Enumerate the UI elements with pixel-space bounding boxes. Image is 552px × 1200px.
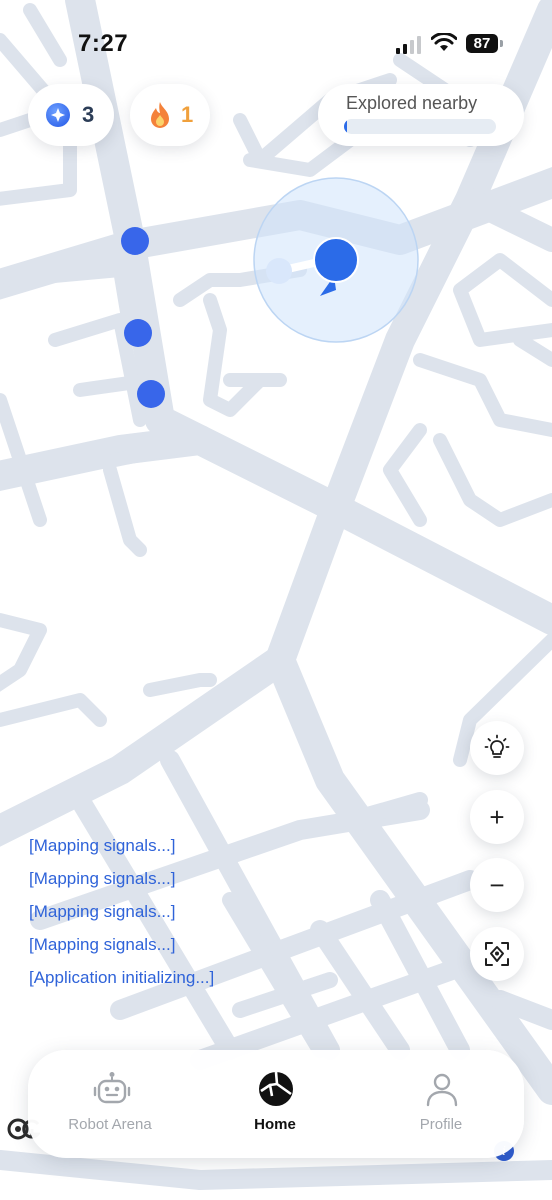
- status-bar: 7:27 87: [0, 0, 552, 90]
- plus-icon: +: [489, 802, 505, 832]
- tab-label: Home: [254, 1116, 296, 1133]
- map-canvas[interactable]: [0, 0, 552, 1200]
- visited-marker[interactable]: [137, 380, 165, 408]
- clock: 7:27: [78, 30, 129, 57]
- home-map-icon: [259, 1071, 293, 1106]
- log-line: [Mapping signals...]: [29, 869, 176, 888]
- user-location[interactable]: [253, 177, 419, 343]
- wifi-icon: [431, 33, 457, 51]
- battery-cap: [500, 40, 503, 47]
- log-line: [Mapping signals...]: [29, 902, 176, 921]
- minus-icon: −: [489, 870, 505, 900]
- explored-progress-bar: [344, 119, 496, 134]
- tab-robot-arena[interactable]: Robot Arena: [30, 1050, 190, 1158]
- gems-counter[interactable]: 3: [28, 84, 114, 146]
- log-line: [Application initializing...]: [29, 968, 215, 987]
- zoom-out-button[interactable]: −: [470, 858, 524, 912]
- bottom-tab-bar: Robot Arena Home Profile: [28, 1050, 524, 1158]
- cellular-signal-icon: [396, 36, 421, 54]
- explored-progress-fill: [344, 119, 348, 134]
- tab-label: Robot Arena: [68, 1116, 152, 1133]
- log-line: [Mapping signals...]: [29, 836, 176, 855]
- status-log: [Mapping signals...] [Mapping signals...…: [29, 836, 214, 1001]
- lightbulb-icon: [484, 734, 510, 758]
- tab-label: Profile: [419, 1116, 463, 1133]
- gem-icon: [46, 103, 70, 127]
- log-line: [Mapping signals...]: [29, 935, 176, 954]
- streak-count: 1: [181, 102, 194, 127]
- gems-count: 3: [82, 102, 95, 127]
- flame-icon: [151, 102, 169, 128]
- zoom-in-button[interactable]: +: [470, 790, 524, 844]
- tab-home[interactable]: Home: [195, 1050, 355, 1158]
- recenter-icon: [485, 942, 509, 966]
- tips-button[interactable]: [470, 721, 524, 775]
- visited-marker[interactable]: [121, 227, 149, 255]
- visited-marker[interactable]: [124, 319, 152, 347]
- streak-counter[interactable]: 1: [130, 84, 210, 146]
- recenter-button[interactable]: [470, 927, 524, 981]
- person-icon: [426, 1073, 458, 1107]
- tab-profile[interactable]: Profile: [361, 1050, 521, 1158]
- explored-nearby-card[interactable]: Explored nearby: [318, 84, 524, 146]
- explored-title: Explored nearby: [346, 93, 478, 113]
- robot-icon: [93, 1072, 131, 1104]
- battery-icon: 87: [466, 34, 498, 53]
